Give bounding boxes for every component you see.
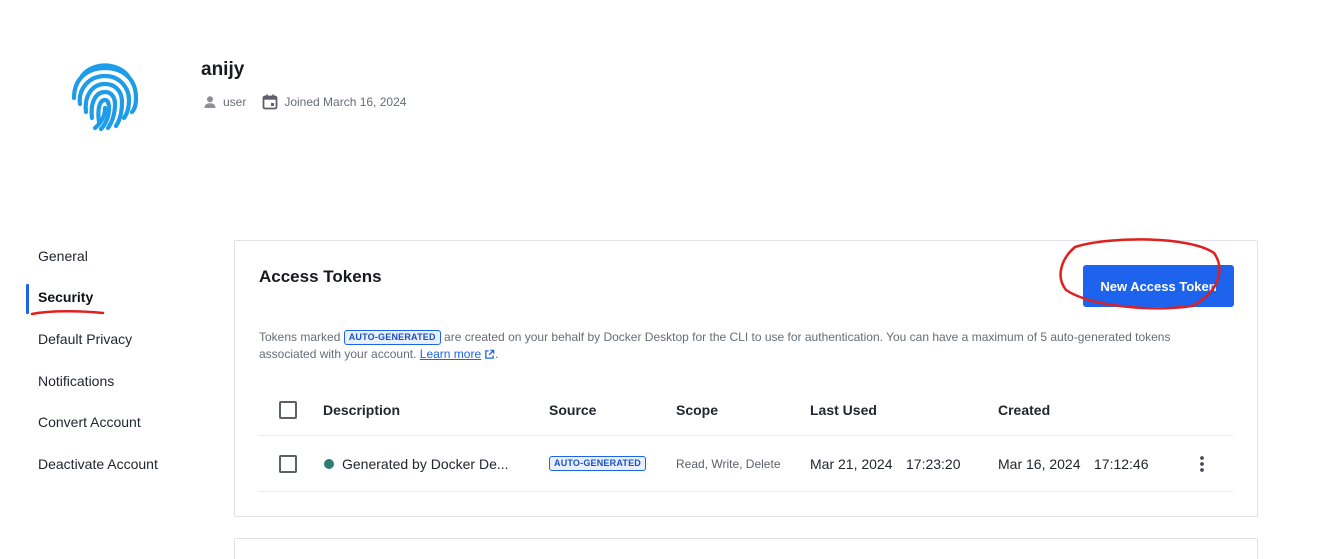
row-actions-kebab-icon[interactable] bbox=[1199, 455, 1205, 473]
token-source-badge: AUTO-GENERATED bbox=[549, 456, 646, 471]
token-created-time: 17:12:46 bbox=[1094, 455, 1149, 472]
access-tokens-title: Access Tokens bbox=[259, 267, 382, 286]
tokens-table-header: Description Source Scope Last Used Creat… bbox=[259, 384, 1233, 436]
profile-meta: user Joined March 16, 2024 bbox=[203, 93, 406, 111]
sidebar-item-deactivate-account[interactable]: Deactivate Account bbox=[26, 443, 216, 485]
new-access-token-button[interactable]: New Access Token bbox=[1083, 265, 1234, 307]
select-all-checkbox[interactable] bbox=[279, 400, 297, 419]
sidebar-item-security[interactable]: Security bbox=[26, 277, 216, 319]
column-header-description[interactable]: Description bbox=[323, 402, 400, 418]
profile-role: user bbox=[223, 95, 247, 109]
sidebar-item-general[interactable]: General bbox=[26, 235, 216, 277]
sidebar-item-notifications[interactable]: Notifications bbox=[26, 360, 216, 402]
notice-text-end: . bbox=[495, 347, 499, 361]
column-header-source[interactable]: Source bbox=[549, 402, 596, 418]
next-settings-card bbox=[234, 538, 1258, 559]
column-header-scope[interactable]: Scope bbox=[676, 402, 718, 418]
row-select-cell bbox=[279, 454, 297, 473]
profile-joined-date: Joined March 16, 2024 bbox=[284, 95, 407, 109]
auto-generated-notice: Tokens marked AUTO-GENERATED are created… bbox=[259, 329, 1219, 365]
token-description: Generated by Docker De... bbox=[342, 455, 509, 472]
select-all-cell bbox=[279, 400, 297, 419]
row-select-checkbox[interactable] bbox=[279, 454, 297, 473]
notice-text-start: Tokens marked bbox=[259, 330, 341, 344]
sidebar-item-convert-account[interactable]: Convert Account bbox=[26, 401, 216, 443]
user-icon bbox=[203, 95, 217, 109]
column-header-last-used[interactable]: Last Used bbox=[810, 402, 877, 418]
external-link-icon[interactable] bbox=[484, 348, 495, 365]
sidebar-item-default-privacy[interactable]: Default Privacy bbox=[26, 318, 216, 360]
token-source-cell: AUTO-GENERATED bbox=[549, 456, 646, 471]
token-description-cell[interactable]: Generated by Docker De... bbox=[324, 456, 509, 472]
account-settings-page: anijy user Joined March 16, 2024 General… bbox=[0, 0, 1331, 559]
profile-username: anijy bbox=[201, 59, 245, 80]
column-header-created[interactable]: Created bbox=[998, 402, 1050, 418]
token-scope: Read, Write, Delete bbox=[676, 456, 781, 471]
token-last-used-time: 17:23:20 bbox=[906, 455, 961, 472]
token-created-date: Mar 16, 2024 bbox=[998, 455, 1081, 472]
auto-generated-badge: AUTO-GENERATED bbox=[343, 330, 441, 345]
learn-more-link[interactable]: Learn more bbox=[420, 347, 481, 361]
settings-side-nav: General Security Default Privacy Notific… bbox=[26, 235, 216, 485]
access-tokens-card: Access Tokens New Access Token Tokens ma… bbox=[234, 240, 1258, 517]
fingerprint-avatar-icon bbox=[66, 56, 144, 134]
status-dot-icon bbox=[324, 458, 334, 469]
table-row: Generated by Docker De... AUTO-GENERATED… bbox=[259, 436, 1233, 492]
token-last-used-date: Mar 21, 2024 bbox=[810, 455, 893, 472]
calendar-icon bbox=[262, 94, 278, 110]
